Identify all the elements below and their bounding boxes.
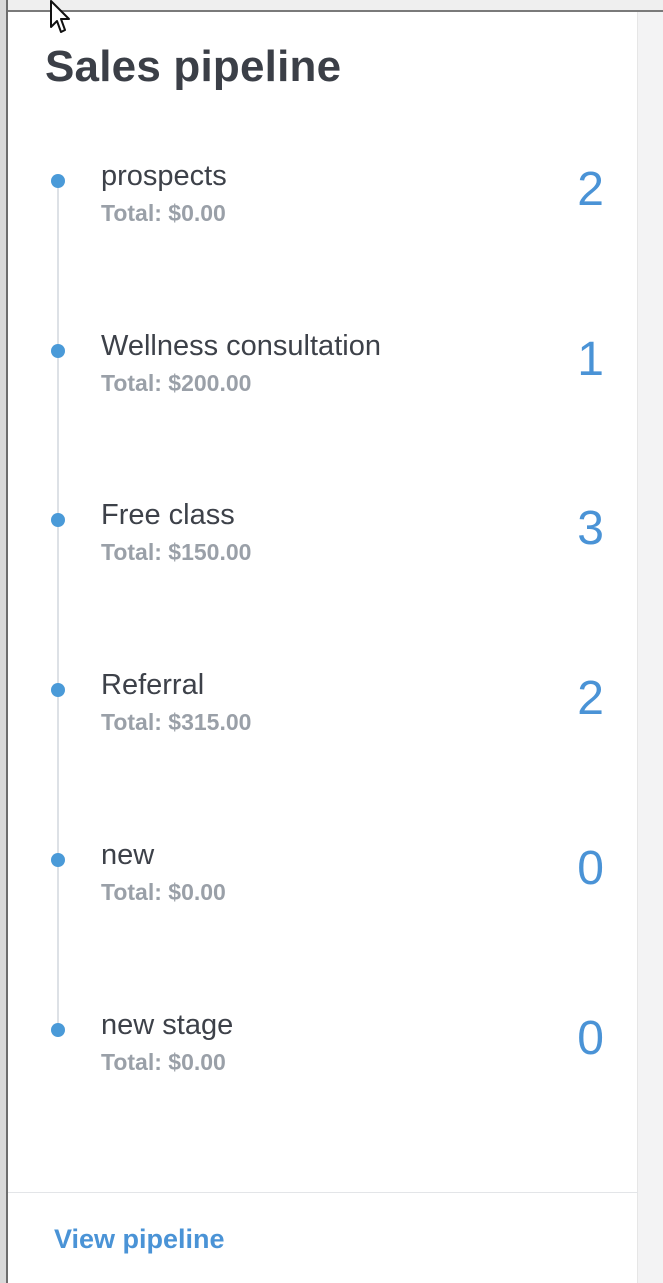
window-frame: Sales pipeline prospects Total: $0.00 2 … (0, 0, 663, 1283)
stage-name: new stage (101, 1009, 234, 1041)
stage-name: new (101, 839, 155, 871)
stage-name: Referral (101, 669, 205, 701)
pipeline-stage[interactable]: Referral Total: $315.00 2 (8, 669, 638, 749)
view-pipeline-link[interactable]: View pipeline (54, 1224, 225, 1255)
stage-name: Free class (101, 499, 235, 531)
stage-total: Total: $315.00 (101, 709, 252, 735)
stage-total: Total: $150.00 (101, 539, 252, 565)
stage-total: Total: $0.00 (101, 1049, 226, 1075)
pipeline-stage[interactable]: Wellness consultation Total: $200.00 1 (8, 330, 638, 410)
pipeline-stage[interactable]: Free class Total: $150.00 3 (8, 499, 638, 579)
stage-count: 0 (577, 1012, 604, 1065)
timeline-dot-icon (51, 344, 65, 358)
timeline-dot-icon (51, 513, 65, 527)
footer-divider (8, 1192, 638, 1193)
stage-count: 2 (577, 163, 604, 216)
window-top-edge (0, 0, 663, 12)
stage-name: Wellness consultation (101, 330, 381, 362)
stage-total: Total: $0.00 (101, 200, 226, 226)
stage-name: prospects (101, 160, 227, 192)
panel-title: Sales pipeline (45, 42, 342, 91)
stage-count: 1 (577, 333, 604, 386)
timeline-dot-icon (51, 1023, 65, 1037)
stage-total: Total: $200.00 (101, 370, 252, 396)
window-left-edge (0, 0, 8, 1283)
pipeline-stage[interactable]: new Total: $0.00 0 (8, 839, 638, 919)
timeline-dot-icon (51, 174, 65, 188)
timeline-dot-icon (51, 683, 65, 697)
sales-pipeline-panel: Sales pipeline prospects Total: $0.00 2 … (8, 12, 638, 1283)
pipeline-stage[interactable]: new stage Total: $0.00 0 (8, 1009, 638, 1089)
stage-count: 3 (577, 502, 604, 555)
pipeline-stage[interactable]: prospects Total: $0.00 2 (8, 160, 638, 240)
mouse-pointer-icon (50, 0, 70, 33)
stage-count: 0 (577, 842, 604, 895)
stage-total: Total: $0.00 (101, 879, 226, 905)
timeline-dot-icon (51, 853, 65, 867)
stage-count: 2 (577, 672, 604, 725)
